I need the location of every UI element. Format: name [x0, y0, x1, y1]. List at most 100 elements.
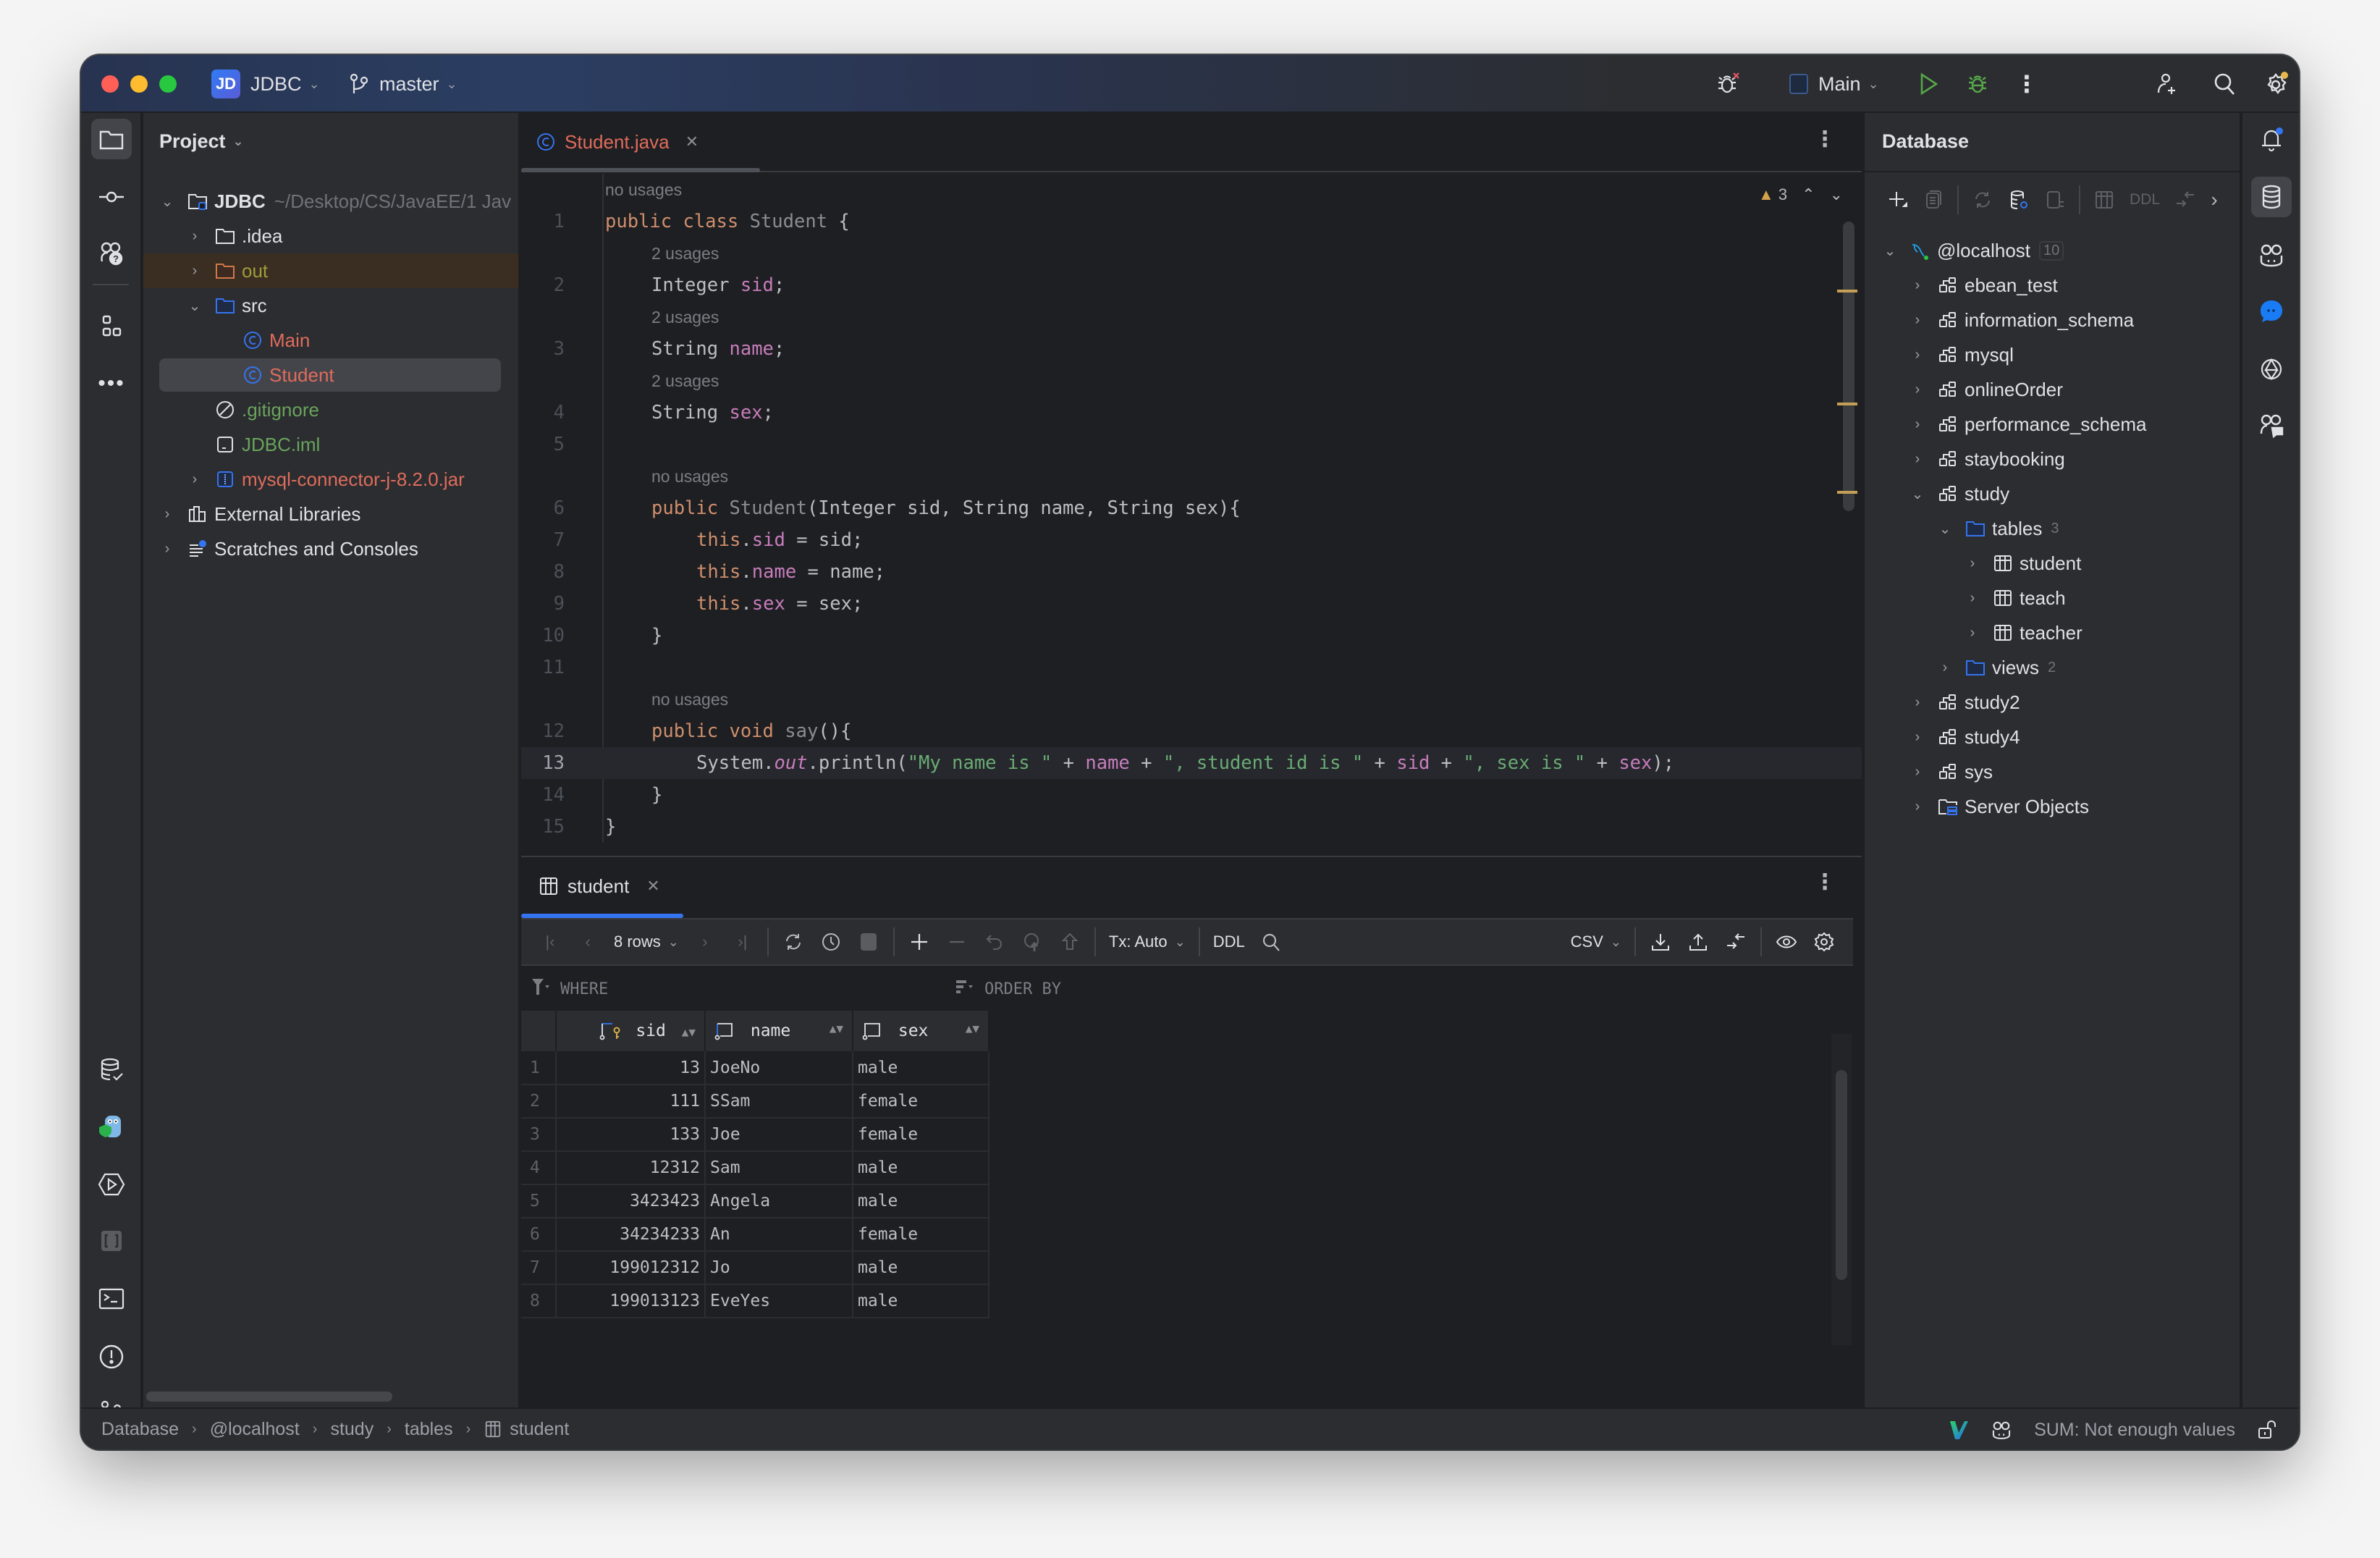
cell-name[interactable]: Joe — [705, 1118, 853, 1152]
data-panel-more-icon[interactable]: ⋮ — [1814, 872, 1836, 893]
compare-icon[interactable] — [1717, 923, 1755, 961]
row-number[interactable]: 8 — [521, 1284, 557, 1318]
cell-name[interactable]: Sam — [705, 1151, 853, 1185]
cell-sid[interactable]: 12312 — [556, 1151, 706, 1185]
copilot-status-icon[interactable] — [1991, 1419, 2012, 1441]
cell-sex[interactable]: male — [853, 1184, 989, 1218]
breadcrumb-item[interactable]: tables — [405, 1419, 453, 1440]
row-number[interactable]: 4 — [521, 1151, 557, 1185]
tree-item-src[interactable]: ⌄ src — [143, 288, 518, 323]
code-hint[interactable]: no usages — [521, 460, 1862, 492]
table-row[interactable]: 2 111 SSam female — [521, 1085, 989, 1119]
tree-item-server-objects[interactable]: › Server Objects — [1865, 789, 2240, 824]
grid-vertical-scrollbar[interactable] — [1836, 1070, 1847, 1280]
chat-icon[interactable] — [2251, 291, 2292, 332]
tree-item-views[interactable]: › views 2 — [1865, 650, 2240, 685]
chevron-down-icon[interactable]: ⌄ — [187, 297, 203, 315]
services-tool-icon[interactable] — [91, 1164, 132, 1205]
notifications-icon[interactable] — [2251, 119, 2292, 159]
code-hint[interactable]: 2 usages — [521, 237, 1862, 269]
order-by-filter[interactable]: ORDER BY — [955, 978, 1061, 1000]
cell-sid[interactable]: 199013123 — [556, 1284, 706, 1318]
row-number[interactable]: 2 — [521, 1085, 557, 1119]
chevron-right-icon[interactable]: › — [1965, 555, 1980, 572]
warning-stripe-marker[interactable] — [1837, 403, 1857, 405]
ai-help-icon[interactable]: ? — [91, 233, 132, 274]
table-row[interactable]: 3 133 Joe female — [521, 1118, 989, 1152]
cell-sid[interactable]: 199012312 — [556, 1251, 706, 1285]
datasource-settings-icon[interactable] — [2001, 181, 2037, 219]
row-number[interactable]: 7 — [521, 1251, 557, 1285]
column-header-sex[interactable]: sex ▲▼ — [853, 1011, 989, 1051]
chevron-right-icon[interactable]: › — [1965, 625, 1980, 641]
tree-item-idea[interactable]: › .idea — [143, 219, 518, 253]
cell-sex[interactable]: male — [853, 1251, 989, 1285]
cell-sid[interactable]: 3423423 — [556, 1184, 706, 1218]
disconnect-icon[interactable] — [2037, 181, 2073, 219]
editor-vertical-scrollbar[interactable] — [1843, 222, 1854, 511]
reload-icon[interactable] — [775, 923, 812, 961]
tree-item-schema[interactable]: › information_schema — [1865, 303, 2240, 337]
problems-tool-icon[interactable] — [91, 1336, 132, 1377]
tree-item-jdbc[interactable]: ⌄ JDBC ~/Desktop/CS/JavaEE/1 Jav — [143, 184, 518, 219]
tree-item-main[interactable]: Main — [143, 323, 518, 358]
sort-arrows-icon[interactable]: ▲▼ — [682, 1025, 696, 1039]
chevron-right-icon[interactable]: › — [1910, 451, 1925, 468]
run-icon[interactable] — [1914, 70, 1943, 98]
unlock-icon[interactable] — [2257, 1420, 2277, 1440]
tree-item-schema[interactable]: › mysql — [1865, 337, 2240, 372]
cell-name[interactable]: Angela — [705, 1184, 853, 1218]
delete-row-icon[interactable] — [938, 923, 976, 961]
table-row[interactable]: 4 12312 Sam male — [521, 1151, 989, 1185]
tree-item-localhost[interactable]: ⌄ @localhost 10 — [1865, 233, 2240, 268]
breadcrumb-item[interactable]: study — [330, 1419, 374, 1440]
project-panel-header[interactable]: Project ⌄ — [159, 113, 244, 169]
cell-sex[interactable]: female — [853, 1085, 989, 1119]
tree-item-iml[interactable]: JDBC.iml — [143, 427, 518, 462]
chevron-right-icon[interactable]: › — [1910, 416, 1925, 433]
table-row[interactable]: 8 199013123 EveYes male — [521, 1284, 989, 1318]
tree-item-schema[interactable]: › staybooking — [1865, 442, 2240, 476]
commit-tool-icon[interactable] — [91, 177, 132, 217]
breadcrumb-item[interactable]: Database — [101, 1419, 179, 1440]
next-page-icon[interactable]: › — [686, 923, 724, 961]
close-tab-icon[interactable]: ✕ — [685, 132, 699, 151]
gopher-plugin-icon[interactable] — [91, 1106, 132, 1147]
tree-item-jar[interactable]: › mysql-connector-j-8.2.0.jar — [143, 462, 518, 497]
cell-sex[interactable]: male — [853, 1284, 989, 1318]
ai-chat-icon[interactable] — [2251, 405, 2292, 446]
rows-selector[interactable]: 8 rows ⌄ — [607, 932, 686, 951]
chevron-right-icon[interactable]: › — [159, 541, 175, 557]
more-actions-icon[interactable]: ⋮ — [2012, 70, 2041, 98]
push-icon[interactable] — [1051, 923, 1089, 961]
export-format-selector[interactable]: CSV ⌄ — [1564, 932, 1629, 951]
sort-arrows-icon[interactable]: ▲▼ — [830, 1022, 843, 1035]
cell-name[interactable]: Jo — [705, 1251, 853, 1285]
chevron-right-icon[interactable]: › — [1910, 799, 1925, 815]
row-number[interactable]: 3 — [521, 1118, 557, 1152]
settings-icon[interactable] — [2261, 70, 2290, 98]
refresh-icon[interactable] — [1965, 181, 2001, 219]
previous-page-icon[interactable]: ‹ — [569, 923, 607, 961]
chevron-down-icon[interactable]: ⌄ — [159, 193, 175, 211]
row-number[interactable]: 6 — [521, 1218, 557, 1252]
history-icon[interactable] — [812, 923, 850, 961]
column-header-name[interactable]: name ▲▼ — [705, 1011, 853, 1051]
chevron-down-icon[interactable]: ⌄ — [1937, 520, 1953, 538]
tree-item-student[interactable]: Student — [143, 358, 518, 392]
sort-arrows-icon[interactable]: ▲▼ — [966, 1022, 979, 1035]
breadcrumb-item[interactable]: @localhost — [210, 1419, 300, 1440]
branch-selector[interactable]: master ⌄ — [349, 55, 457, 113]
chevron-right-icon[interactable]: › — [1910, 382, 1925, 398]
chevron-down-icon[interactable]: ⌄ — [1882, 242, 1898, 260]
more-tools-icon[interactable]: ••• — [91, 363, 132, 404]
chevron-right-icon[interactable]: › — [1910, 312, 1925, 329]
warning-stripe-marker[interactable] — [1837, 491, 1857, 494]
openai-icon[interactable] — [2251, 349, 2292, 390]
cell-sex[interactable]: female — [853, 1118, 989, 1152]
warning-stripe-marker[interactable] — [1837, 290, 1857, 292]
tree-item-schema[interactable]: › study4 — [1865, 720, 2240, 754]
tree-item-schema[interactable]: › ebean_test — [1865, 268, 2240, 303]
tree-item-schema[interactable]: › study2 — [1865, 685, 2240, 720]
project-horizontal-scrollbar[interactable] — [146, 1391, 392, 1402]
